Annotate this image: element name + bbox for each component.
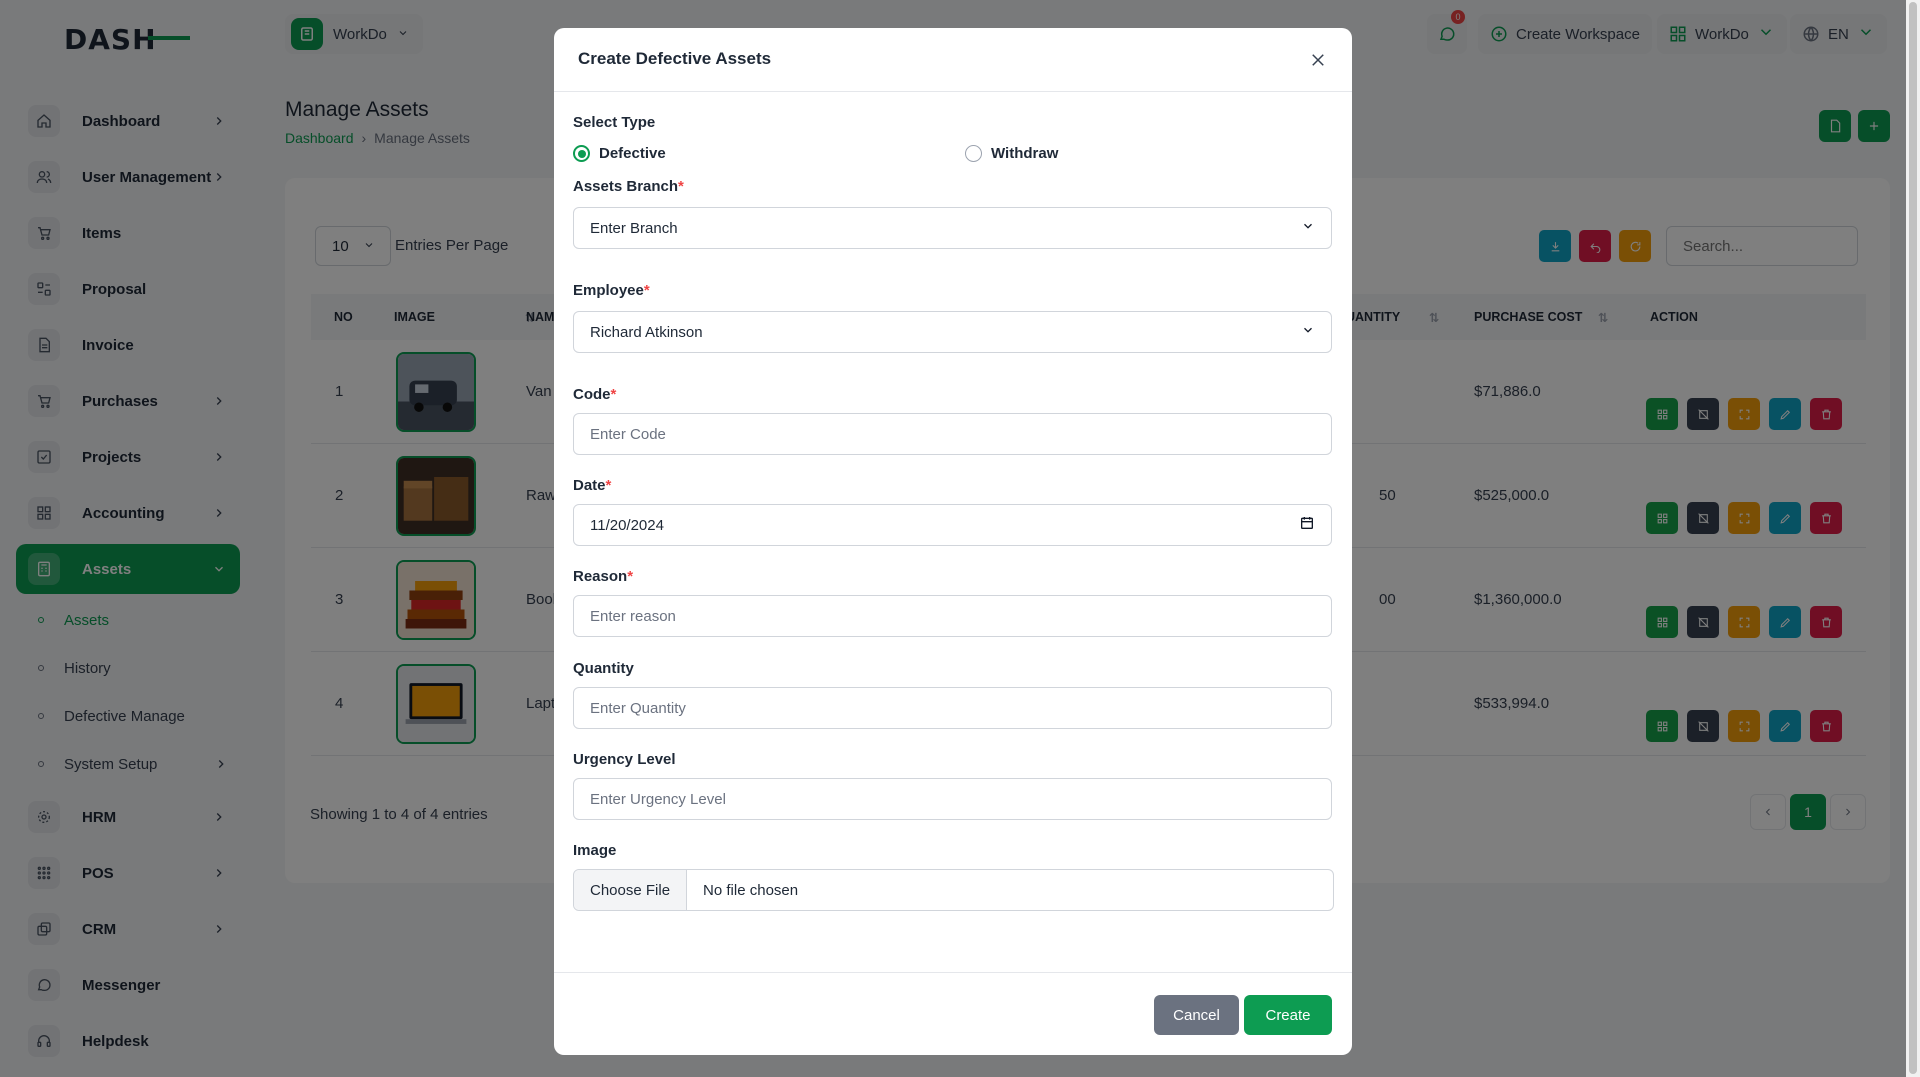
radio-withdraw[interactable]: Withdraw	[965, 145, 1058, 162]
code-label: Code*	[573, 386, 617, 403]
create-defective-assets-modal: Create Defective Assets Select Type Defe…	[554, 28, 1352, 1055]
scrollbar-thumb[interactable]	[1909, 2, 1917, 1074]
employee-label: Employee*	[573, 282, 650, 299]
code-input[interactable]: Enter Code	[573, 413, 1332, 455]
branch-label: Assets Branch*	[573, 178, 684, 195]
page-scrollbar[interactable]	[1906, 0, 1920, 1077]
calendar-icon[interactable]	[1299, 515, 1315, 535]
urgency-input[interactable]: Enter Urgency Level	[573, 778, 1332, 820]
date-label: Date*	[573, 477, 612, 494]
close-icon	[1312, 54, 1324, 66]
radio-defective[interactable]: Defective	[573, 145, 666, 162]
reason-label: Reason*	[573, 568, 634, 585]
image-file-input[interactable]: Choose File No file chosen	[573, 869, 1334, 911]
file-status: No file chosen	[703, 881, 799, 899]
reason-input[interactable]: Enter reason	[573, 595, 1332, 637]
create-button[interactable]: Create	[1244, 995, 1332, 1035]
chevron-down-icon	[1301, 219, 1315, 237]
modal-header: Create Defective Assets	[554, 28, 1352, 92]
radio-unchecked-icon	[965, 145, 982, 162]
branch-select[interactable]: Enter Branch	[573, 207, 1332, 249]
select-type-label: Select Type	[573, 114, 656, 131]
radio-checked-icon	[573, 145, 590, 162]
image-label: Image	[573, 842, 617, 859]
quantity-label: Quantity	[573, 660, 634, 677]
chevron-down-icon	[1301, 323, 1315, 341]
modal-title: Create Defective Assets	[578, 49, 772, 68]
choose-file-button[interactable]: Choose File	[574, 870, 688, 910]
employee-select[interactable]: Richard Atkinson	[573, 311, 1332, 353]
close-button[interactable]	[1306, 48, 1330, 72]
cancel-button[interactable]: Cancel	[1154, 995, 1239, 1035]
date-input[interactable]: 11/20/2024	[573, 504, 1332, 546]
modal-footer: Cancel Create	[554, 972, 1352, 1055]
urgency-label: Urgency Level	[573, 751, 676, 768]
quantity-input[interactable]: Enter Quantity	[573, 687, 1332, 729]
